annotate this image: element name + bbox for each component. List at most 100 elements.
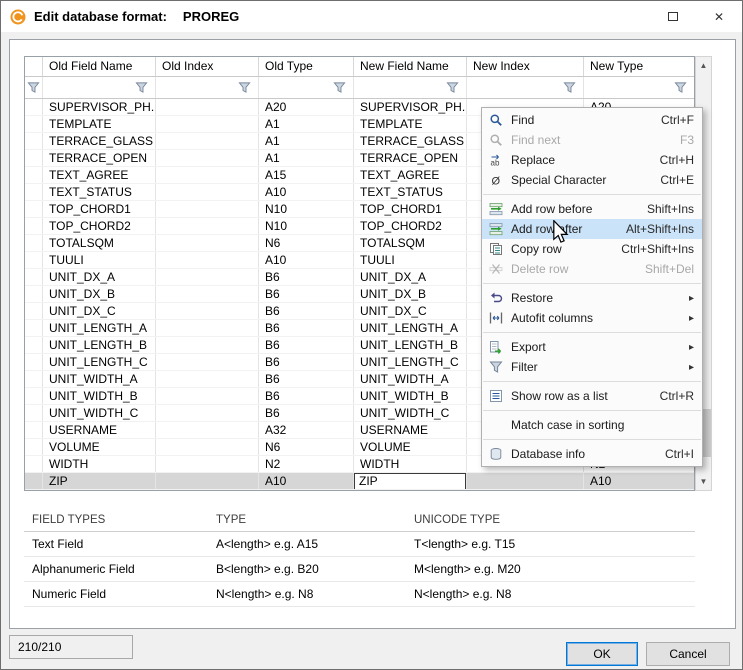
grid-cell[interactable]: TEXT_STATUS [43, 184, 156, 200]
grid-cell[interactable]: B6 [259, 269, 354, 285]
grid-cell[interactable]: TERRACE_OPEN [354, 150, 467, 166]
grid-cell[interactable] [156, 473, 259, 489]
grid-cell[interactable]: UNIT_WIDTH_B [43, 388, 156, 404]
grid-cell[interactable]: TEMPLATE [43, 116, 156, 132]
grid-cell[interactable]: ZIP [354, 473, 467, 489]
menu-item-copy-row[interactable]: Copy rowCtrl+Shift+Ins [482, 239, 702, 259]
grid-cell[interactable]: A10 [259, 184, 354, 200]
column-header-new-field-name[interactable]: New Field Name [354, 57, 467, 76]
row-header-cell[interactable] [25, 456, 43, 472]
grid-cell[interactable]: UNIT_LENGTH_A [43, 320, 156, 336]
grid-cell[interactable]: WIDTH [354, 456, 467, 472]
grid-cell[interactable] [467, 473, 584, 489]
row-header-cell[interactable] [25, 473, 43, 489]
grid-cell[interactable]: VOLUME [354, 439, 467, 455]
grid-cell[interactable] [156, 456, 259, 472]
grid-cell[interactable]: B6 [259, 303, 354, 319]
grid-cell[interactable]: A15 [259, 167, 354, 183]
grid-cell[interactable] [156, 167, 259, 183]
grid-cell[interactable]: TOP_CHORD2 [354, 218, 467, 234]
funnel-icon[interactable] [27, 81, 40, 94]
grid-cell[interactable]: TEMPLATE [354, 116, 467, 132]
grid-cell[interactable] [156, 133, 259, 149]
menu-item-special-character[interactable]: ØSpecial CharacterCtrl+E [482, 170, 702, 190]
grid-cell[interactable] [156, 320, 259, 336]
grid-cell[interactable] [156, 218, 259, 234]
menu-item-replace[interactable]: abReplaceCtrl+H [482, 150, 702, 170]
grid-cell[interactable] [156, 371, 259, 387]
grid-cell[interactable] [156, 337, 259, 353]
grid-cell[interactable] [156, 252, 259, 268]
menu-item-filter[interactable]: Filter▸ [482, 357, 702, 377]
menu-item-find[interactable]: FindCtrl+F [482, 110, 702, 130]
grid-cell[interactable]: TOP_CHORD1 [43, 201, 156, 217]
menu-item-autofit-columns[interactable]: Autofit columns▸ [482, 308, 702, 328]
row-header-cell[interactable] [25, 218, 43, 234]
row-header-cell[interactable] [25, 184, 43, 200]
grid-cell[interactable]: TOTALSQM [354, 235, 467, 251]
grid-cell[interactable]: B6 [259, 337, 354, 353]
grid-cell[interactable]: UNIT_LENGTH_B [43, 337, 156, 353]
column-header-old-field-name[interactable]: Old Field Name [43, 57, 156, 76]
grid-cell[interactable] [156, 184, 259, 200]
cancel-button[interactable]: Cancel [646, 642, 730, 666]
scroll-down-button[interactable]: ▼ [696, 473, 711, 490]
column-header-old-index[interactable]: Old Index [156, 57, 259, 76]
row-header-cell[interactable] [25, 405, 43, 421]
grid-cell[interactable]: UNIT_LENGTH_C [43, 354, 156, 370]
row-header-cell[interactable] [25, 116, 43, 132]
grid-cell[interactable]: N10 [259, 201, 354, 217]
grid-cell[interactable]: TOTALSQM [43, 235, 156, 251]
grid-cell[interactable] [156, 116, 259, 132]
grid-cell[interactable]: B6 [259, 354, 354, 370]
row-header-cell[interactable] [25, 99, 43, 115]
grid-cell[interactable]: TEXT_AGREE [354, 167, 467, 183]
grid-cell[interactable] [156, 405, 259, 421]
column-header-new-type[interactable]: New Type [584, 57, 694, 76]
grid-cell[interactable]: TOP_CHORD1 [354, 201, 467, 217]
close-button[interactable] [696, 1, 742, 32]
grid-cell[interactable] [156, 201, 259, 217]
grid-cell[interactable] [156, 422, 259, 438]
grid-cell[interactable]: USERNAME [43, 422, 156, 438]
grid-cell[interactable]: B6 [259, 286, 354, 302]
row-header-cell[interactable] [25, 439, 43, 455]
row-header-cell[interactable] [25, 252, 43, 268]
grid-cell[interactable]: A20 [259, 99, 354, 115]
row-header-cell[interactable] [25, 422, 43, 438]
row-header-cell[interactable] [25, 167, 43, 183]
grid-cell[interactable]: UNIT_DX_C [43, 303, 156, 319]
grid-cell[interactable]: B6 [259, 371, 354, 387]
row-header-cell[interactable] [25, 388, 43, 404]
row-header-cell[interactable] [25, 269, 43, 285]
row-header-cell[interactable] [25, 303, 43, 319]
menu-item-add-row-after[interactable]: Add row afterAlt+Shift+Ins [482, 219, 702, 239]
inline-editor[interactable]: ZIP [354, 473, 466, 489]
row-header-cell[interactable] [25, 201, 43, 217]
grid-cell[interactable]: UNIT_WIDTH_A [354, 371, 467, 387]
grid-cell[interactable] [156, 439, 259, 455]
grid-cell[interactable] [156, 286, 259, 302]
grid-cell[interactable]: A10 [259, 252, 354, 268]
grid-cell[interactable] [156, 303, 259, 319]
funnel-icon[interactable] [333, 81, 346, 94]
grid-cell[interactable]: UNIT_LENGTH_B [354, 337, 467, 353]
grid-cell[interactable]: B6 [259, 320, 354, 336]
funnel-icon[interactable] [446, 81, 459, 94]
grid-cell[interactable]: UNIT_WIDTH_C [354, 405, 467, 421]
funnel-icon[interactable] [135, 81, 148, 94]
menu-item-add-row-before[interactable]: Add row beforeShift+Ins [482, 199, 702, 219]
grid-cell[interactable]: TERRACE_OPEN [43, 150, 156, 166]
menu-item-database-info[interactable]: Database infoCtrl+I [482, 444, 702, 464]
grid-cell[interactable]: A1 [259, 150, 354, 166]
funnel-icon[interactable] [563, 81, 576, 94]
grid-cell[interactable]: TUULI [43, 252, 156, 268]
grid-cell[interactable]: TEXT_AGREE [43, 167, 156, 183]
grid-cell[interactable]: B6 [259, 405, 354, 421]
grid-cell[interactable]: UNIT_DX_A [354, 269, 467, 285]
grid-cell[interactable]: TERRACE_GLASS [354, 133, 467, 149]
ok-button[interactable]: OK [566, 642, 638, 666]
menu-item-match-case-in-sorting[interactable]: Match case in sorting [482, 415, 702, 435]
grid-cell[interactable]: N10 [259, 218, 354, 234]
grid-cell[interactable]: A32 [259, 422, 354, 438]
